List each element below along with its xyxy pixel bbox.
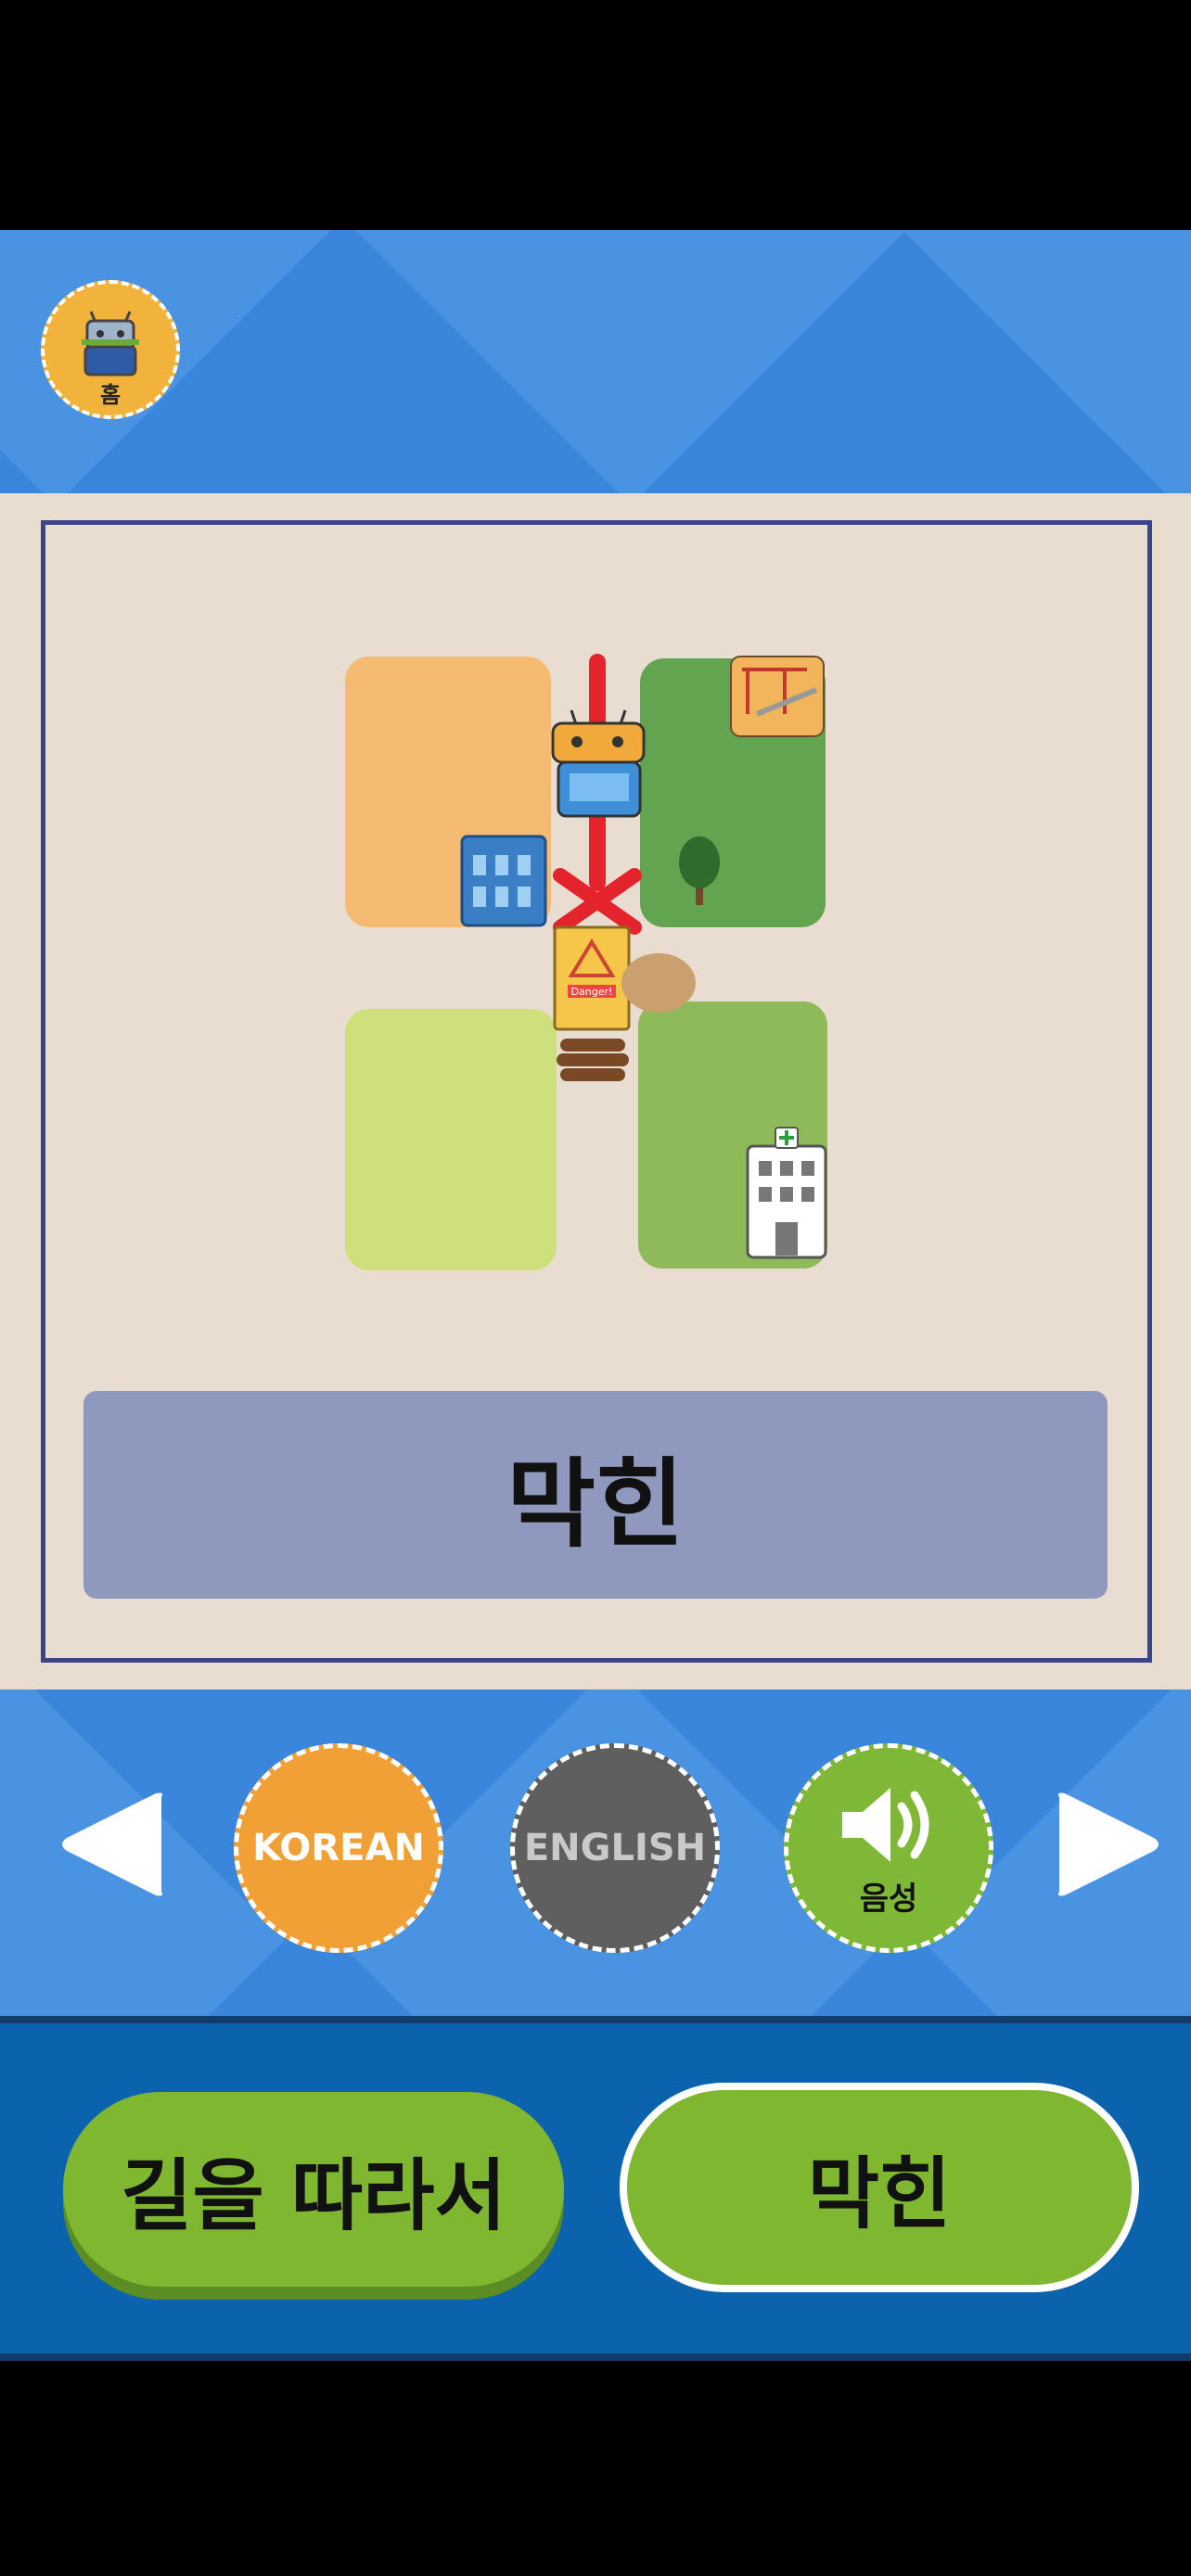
- home-label: 홈: [99, 382, 122, 408]
- svg-text:Danger!: Danger!: [571, 986, 613, 998]
- home-button[interactable]: 홈: [41, 280, 180, 419]
- speaker-icon: [842, 1787, 929, 1862]
- header-pattern: [903, 230, 1191, 493]
- dirt-pile: [621, 953, 696, 1013]
- sound-button[interactable]: 음성: [784, 1743, 993, 1953]
- building-icon: [460, 835, 547, 927]
- sound-label: 음성: [859, 1880, 918, 1918]
- robot-character-icon: [551, 709, 646, 818]
- hospital-icon: [746, 1127, 827, 1259]
- header-pattern: [355, 230, 906, 493]
- korean-button[interactable]: KOREAN: [234, 1743, 443, 1953]
- follow-road-button[interactable]: 길을 따라서: [63, 2092, 564, 2287]
- road-map-illustration: Danger!: [345, 654, 827, 1270]
- previous-arrow-icon[interactable]: [54, 1788, 169, 1901]
- grass-field: [345, 1009, 557, 1270]
- playground-icon: [730, 656, 825, 737]
- english-button[interactable]: ENGLISH: [510, 1743, 720, 1953]
- next-arrow-icon[interactable]: [1052, 1788, 1167, 1901]
- danger-sign-icon: Danger!: [553, 925, 631, 1031]
- blocked-button[interactable]: 막힌: [620, 2083, 1139, 2292]
- logs-icon: [557, 1039, 629, 1081]
- word-display: 막힌: [83, 1391, 1108, 1599]
